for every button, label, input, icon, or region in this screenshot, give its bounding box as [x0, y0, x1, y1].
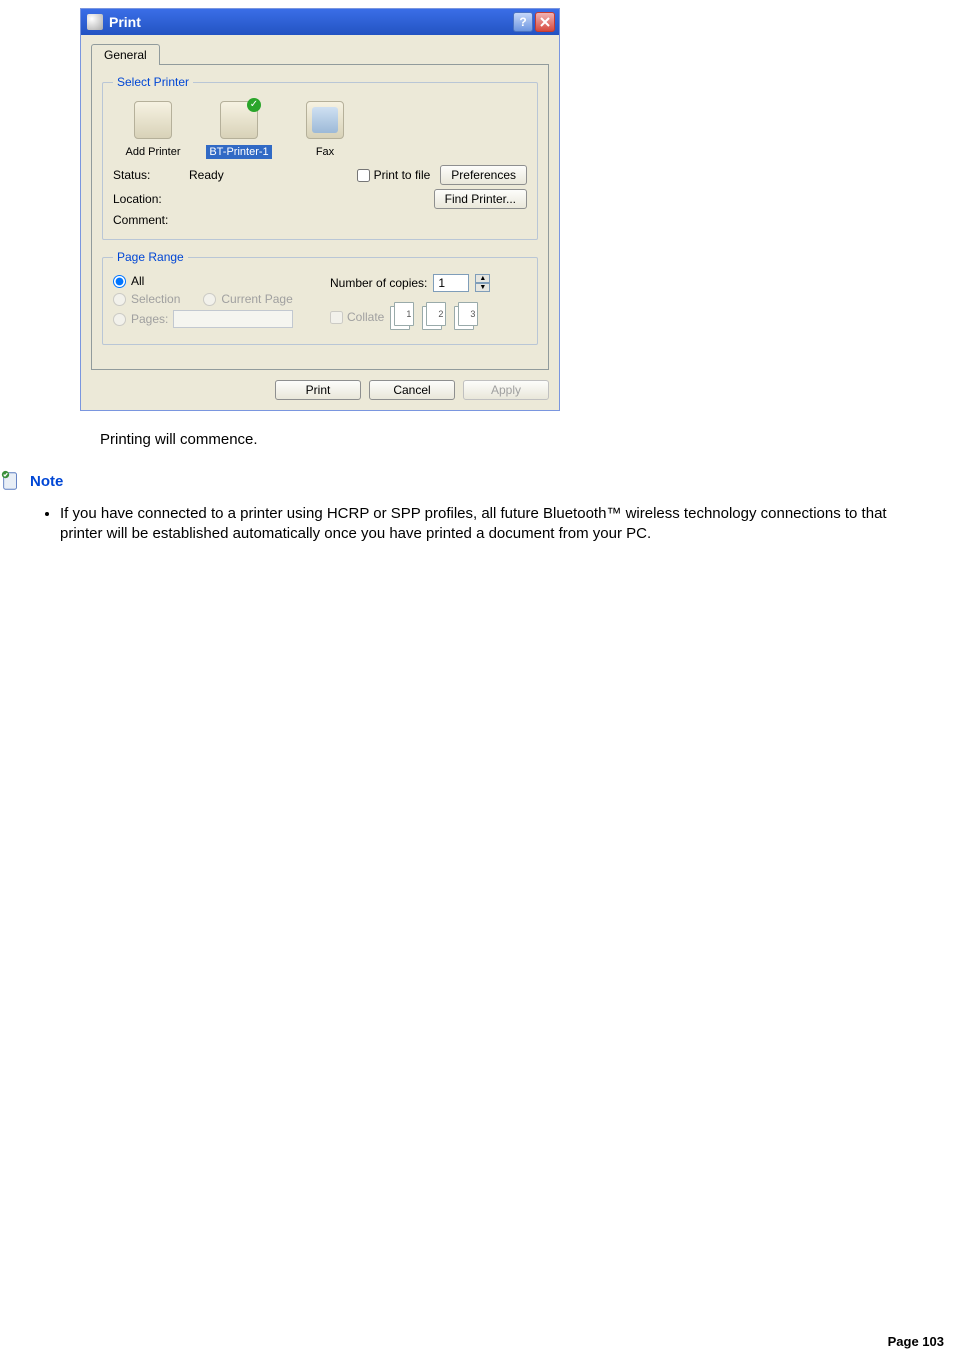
comment-label: Comment: [113, 213, 183, 227]
status-value: Ready [189, 168, 351, 182]
dialog-title: Print [109, 14, 511, 30]
radio-pages [113, 313, 126, 326]
help-button[interactable]: ? [513, 12, 533, 32]
print-to-file-row[interactable]: Print to file [357, 168, 431, 182]
printer-label: Add Printer [122, 145, 183, 159]
add-printer-icon [134, 101, 172, 139]
radio-current-page-row: Current Page [203, 292, 292, 306]
printer-item-fax[interactable]: Fax [289, 101, 361, 159]
dialog-titlebar[interactable]: Print ? [81, 9, 559, 35]
printer-icon [87, 14, 103, 30]
status-label: Status: [113, 168, 183, 182]
print-button[interactable]: Print [275, 380, 361, 400]
collate-row: Collate [330, 310, 384, 324]
collate-graphic: 11 22 33 [390, 302, 482, 332]
copies-label: Number of copies: [330, 276, 427, 290]
radio-all[interactable] [113, 275, 126, 288]
radio-current-page [203, 293, 216, 306]
radio-all-label: All [131, 274, 144, 288]
spinner-up[interactable]: ▲ [475, 274, 490, 283]
radio-selection-row: Selection [113, 292, 180, 306]
note-row: Note [0, 470, 954, 492]
printer-label: Fax [313, 145, 337, 159]
page-range-legend: Page Range [113, 250, 188, 264]
select-printer-legend: Select Printer [113, 75, 193, 89]
select-printer-group: Select Printer Add Printer BT-Printer-1 … [102, 75, 538, 240]
copies-input[interactable] [433, 274, 469, 292]
page-footer: Page 103 [888, 1334, 944, 1349]
location-label: Location: [113, 192, 183, 206]
print-dialog: Print ? General Select Printer Add Print… [80, 8, 560, 411]
printer-label: BT-Printer-1 [206, 145, 271, 159]
tab-panel-general: Select Printer Add Printer BT-Printer-1 … [91, 64, 549, 370]
note-bullets: If you have connected to a printer using… [60, 504, 954, 545]
note-bullet: If you have connected to a printer using… [60, 504, 930, 545]
preferences-button[interactable]: Preferences [440, 165, 527, 185]
collate-checkbox [330, 311, 343, 324]
pages-input [173, 310, 293, 328]
close-button[interactable] [535, 12, 555, 32]
printer-item-bt1[interactable]: BT-Printer-1 [203, 101, 275, 159]
radio-pages-label: Pages: [131, 312, 168, 326]
collate-label: Collate [347, 310, 384, 324]
printer-item-add[interactable]: Add Printer [117, 101, 189, 159]
find-printer-button[interactable]: Find Printer... [434, 189, 527, 209]
fax-icon [306, 101, 344, 139]
printer-icon [220, 101, 258, 139]
copies-spinner[interactable]: ▲ ▼ [475, 274, 490, 292]
tab-general[interactable]: General [91, 44, 160, 65]
body-text: Printing will commence. [100, 431, 954, 448]
spinner-down[interactable]: ▼ [475, 283, 490, 292]
print-to-file-checkbox[interactable] [357, 169, 370, 182]
page-range-group: Page Range All Selection [102, 250, 538, 345]
cancel-button[interactable]: Cancel [369, 380, 455, 400]
print-to-file-label: Print to file [374, 168, 431, 182]
radio-selection-label: Selection [131, 292, 180, 306]
note-icon [0, 470, 22, 492]
radio-selection [113, 293, 126, 306]
radio-all-row[interactable]: All [113, 274, 310, 288]
radio-current-page-label: Current Page [221, 292, 292, 306]
apply-button: Apply [463, 380, 549, 400]
radio-pages-row: Pages: [113, 310, 310, 328]
note-heading: Note [30, 473, 63, 490]
